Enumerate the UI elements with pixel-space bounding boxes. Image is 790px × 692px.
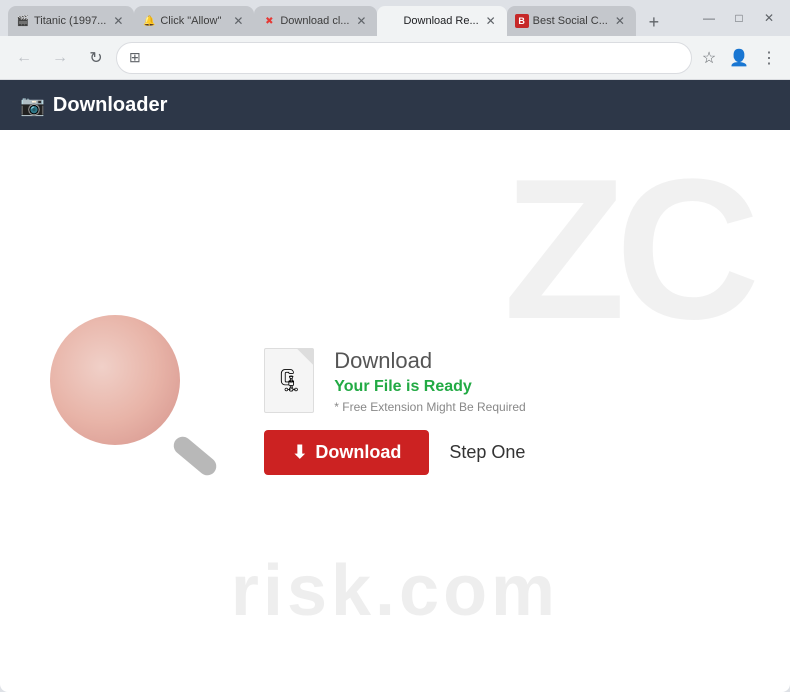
tab-close-titanic[interactable]: ✕ [110, 13, 126, 29]
download-note: * Free Extension Might Be Required [334, 400, 525, 414]
tab-title-titanic: Titanic (1997... [34, 15, 106, 27]
toolbar: ← → ↻ ⊞ ☆ 👤 ⋮ [0, 36, 790, 80]
close-button[interactable]: ✕ [756, 5, 782, 31]
tab-strip: 🎬 Titanic (1997... ✕ 🔔 Click "Allow" ✕ ✖… [8, 0, 688, 36]
back-button[interactable]: ← [8, 42, 40, 74]
toolbar-actions: ☆ 👤 ⋮ [696, 45, 782, 71]
download-card: 🗜 Download Your File is Ready * Free Ext… [234, 328, 555, 495]
magnifier-area [50, 315, 210, 475]
magnifier-icon [50, 315, 210, 475]
tab-close-download-re[interactable]: ✕ [483, 13, 499, 29]
tab-allow[interactable]: 🔔 Click "Allow" ✕ [134, 6, 254, 36]
new-tab-button[interactable]: + [640, 8, 668, 36]
app-header-title: 📷 Downloader [20, 93, 167, 118]
magnifier-circle [50, 315, 180, 445]
download-subtitle: Your File is Ready [334, 378, 525, 396]
step-label: Step One [449, 442, 525, 463]
file-corner [297, 349, 313, 365]
watermark-text: risk.com [231, 550, 559, 632]
tab-title-download-cl: Download cl... [280, 15, 349, 27]
tab-favicon-best-social: B [515, 14, 529, 28]
tab-best-social[interactable]: B Best Social C... ✕ [507, 6, 636, 36]
tab-close-allow[interactable]: ✕ [230, 13, 246, 29]
action-row: ⬇ Download Step One [264, 430, 525, 475]
magnifier-handle [170, 433, 220, 479]
file-body: 🗜 [264, 348, 314, 413]
tab-favicon-download-cl: ✖ [262, 14, 276, 28]
window-controls: — □ ✕ [696, 5, 782, 31]
site-settings-icon: ⊞ [129, 49, 141, 66]
title-bar: 🎬 Titanic (1997... ✕ 🔔 Click "Allow" ✕ ✖… [0, 0, 790, 36]
browser-window: 🎬 Titanic (1997... ✕ 🔔 Click "Allow" ✕ ✖… [0, 0, 790, 692]
tab-favicon-titanic: 🎬 [16, 14, 30, 28]
bookmark-icon[interactable]: ☆ [696, 45, 722, 71]
tab-titanic[interactable]: 🎬 Titanic (1997... ✕ [8, 6, 134, 36]
main-area: ZC risk.com 🗜 [0, 130, 790, 692]
profile-icon[interactable]: 👤 [726, 45, 752, 71]
download-title: Download [334, 348, 525, 374]
tab-title-download-re: Download Re... [403, 15, 478, 27]
camera-icon: 📷 [20, 93, 45, 118]
download-button[interactable]: ⬇ Download [264, 430, 429, 475]
menu-icon[interactable]: ⋮ [756, 45, 782, 71]
tab-close-best-social[interactable]: ✕ [612, 13, 628, 29]
address-bar[interactable]: ⊞ [116, 42, 692, 74]
tab-close-download-cl[interactable]: ✕ [353, 13, 369, 29]
url-input[interactable] [149, 50, 679, 65]
maximize-button[interactable]: □ [726, 5, 752, 31]
watermark-letters: ZC [503, 150, 750, 350]
minimize-button[interactable]: — [696, 5, 722, 31]
tab-favicon-allow: 🔔 [142, 14, 156, 28]
tab-download-re[interactable]: Download Re... ✕ [377, 6, 506, 36]
tab-download-cl[interactable]: ✖ Download cl... ✕ [254, 6, 377, 36]
file-icon: 🗜 [264, 348, 314, 413]
zip-icon: 🗜 [275, 368, 303, 394]
download-info: Download Your File is Ready * Free Exten… [334, 348, 525, 414]
refresh-button[interactable]: ↻ [80, 42, 112, 74]
tab-title-best-social: Best Social C... [533, 15, 608, 27]
download-btn-label: Download [315, 442, 401, 463]
app-header: 📷 Downloader [0, 80, 790, 130]
tab-favicon-download-re [385, 14, 399, 28]
forward-button[interactable]: → [44, 42, 76, 74]
tab-title-allow: Click "Allow" [160, 15, 226, 27]
card-row: 🗜 Download Your File is Ready * Free Ext… [264, 348, 525, 414]
app-title: Downloader [53, 94, 167, 117]
page-content: 📷 Downloader ZC risk.com [0, 80, 790, 692]
download-btn-icon: ⬇ [292, 442, 307, 463]
